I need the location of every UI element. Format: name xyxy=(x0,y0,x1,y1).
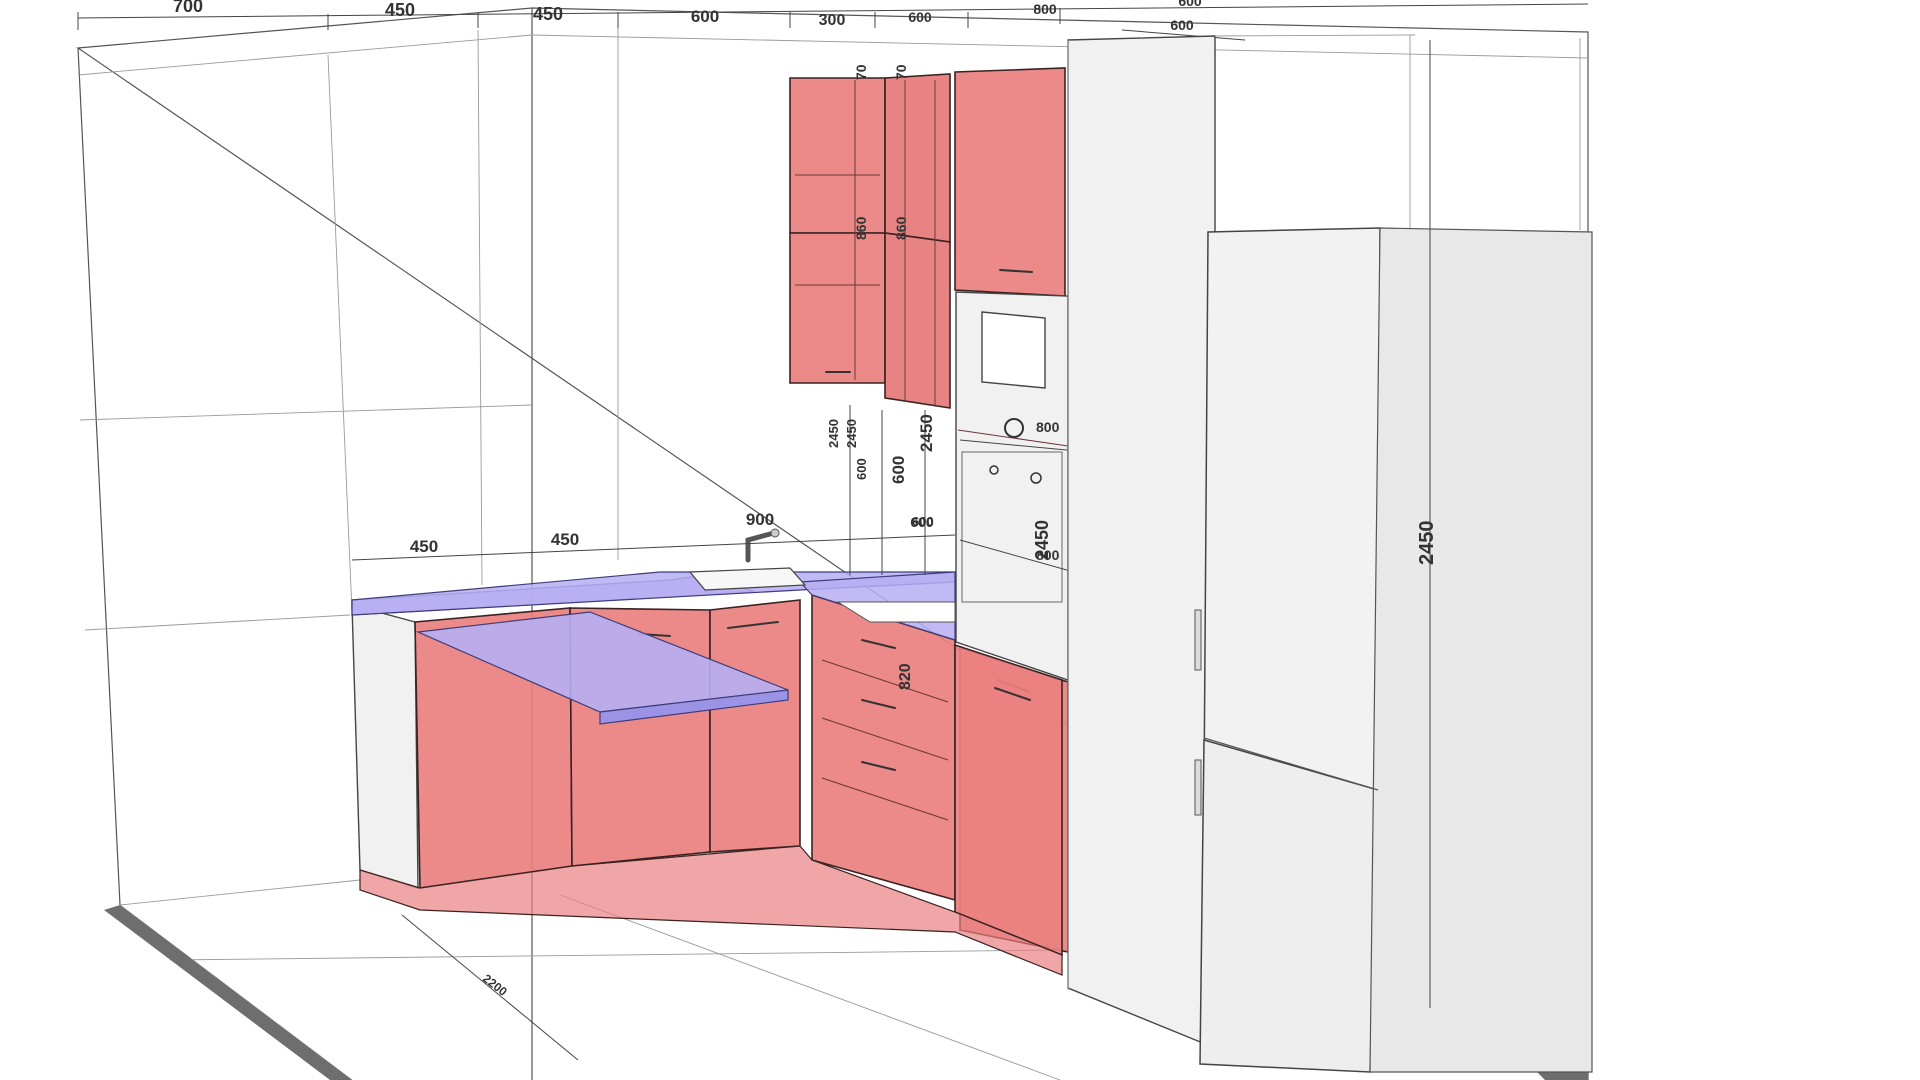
dim-vert-2450-a: 2450 xyxy=(826,419,841,448)
dim-upper-860-a: 860 xyxy=(853,216,869,240)
faucet-icon xyxy=(745,528,780,563)
dim-top-450-b: 450 xyxy=(533,4,563,24)
dim-top-450-a: 450 xyxy=(385,0,415,20)
dim-top-800: 800 xyxy=(1033,1,1057,17)
dim-counter-450-b: 450 xyxy=(551,530,579,549)
top-dimension-row: 700 450 450 600 300 600 800 600 600 xyxy=(77,0,1589,41)
dim-top-600-b: 600 xyxy=(908,9,932,25)
dim-counter-900: 900 xyxy=(746,510,774,529)
dim-upper-70-a: 70 xyxy=(853,64,869,80)
base-cabinet-corner xyxy=(954,643,1063,957)
dim-vert-2450-c: 2450 xyxy=(917,414,936,452)
dim-vert-600-b: 600 xyxy=(889,456,908,484)
dim-top-300: 300 xyxy=(819,12,846,29)
dim-upper-860-b: 860 xyxy=(893,216,909,240)
dim-vert-2450-b: 2450 xyxy=(844,419,859,448)
dim-microwave-800: 800 xyxy=(1036,419,1060,435)
dim-counter-450-a: 450 xyxy=(410,537,438,556)
upper-cabinet-left-top xyxy=(789,77,886,234)
upper-cabinet-right xyxy=(954,67,1066,297)
dim-tall-2450: 2450 xyxy=(1032,520,1052,560)
upper-cabinet-left-bottom xyxy=(789,232,886,384)
dim-base-820: 820 xyxy=(897,663,914,690)
fridge-area: 2450 xyxy=(1067,34,1593,1073)
dim-fridge-2450: 2450 xyxy=(1416,521,1438,566)
vertical-dimensions: 2450 2450 2450 600 600 600 xyxy=(826,405,936,575)
dim-vert-600-c: 600 xyxy=(912,514,934,529)
dim-top-600-c: 600 xyxy=(1178,0,1202,9)
base-cabinet-3 xyxy=(709,599,801,853)
dim-top-600: 600 xyxy=(691,7,719,26)
dim-top-700: 700 xyxy=(173,0,203,16)
end-panel xyxy=(351,604,419,889)
lower-cabinets: 820 xyxy=(351,593,1063,976)
fridge-icon xyxy=(1194,227,1593,1073)
dim-floor-2200: 2200 xyxy=(480,971,510,999)
microwave-icon xyxy=(981,311,1046,389)
upper-cabinet-mid-bottom xyxy=(884,232,951,409)
dim-top-600-d: 600 xyxy=(1170,17,1194,33)
dim-upper-70-b: 70 xyxy=(893,64,909,80)
dim-vert-600-a: 600 xyxy=(854,458,869,480)
floor-dimension: 2200 xyxy=(401,914,579,1061)
base-drawers xyxy=(811,593,956,902)
